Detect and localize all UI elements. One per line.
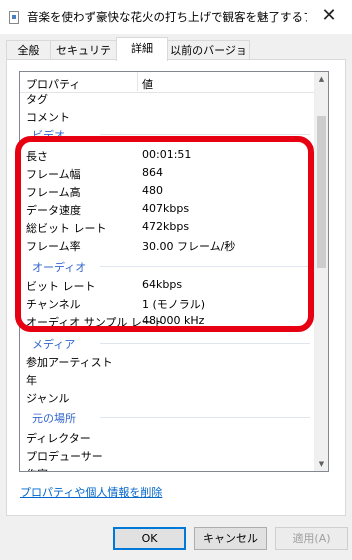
property-value: 1 (モノラル) [142,298,206,311]
ok-button[interactable]: OK [113,527,186,550]
group-label: オーディオ [32,261,87,274]
list-item[interactable]: 長さ 00:01:51 [20,146,316,164]
group-audio: オーディオ [20,257,316,275]
list-item[interactable]: 作家 [20,464,316,471]
property-name: フレーム率 [26,240,81,253]
remove-properties-link[interactable]: プロパティや個人情報を削除 [20,484,162,500]
list-item[interactable]: オーディオ サンプル レート 48.000 kHz [20,312,316,330]
list-item[interactable]: ディレクター [20,428,316,446]
property-name: ビット レート [26,280,96,293]
list-item[interactable]: 参加アーティスト [20,352,316,370]
property-name: チャンネル [26,298,81,311]
cancel-button[interactable]: キャンセル [194,527,267,550]
group-label: メディア [32,338,76,351]
property-value: 30.00 フレーム/秒 [142,240,236,253]
property-name: コメント [26,111,70,124]
list-item[interactable]: フレーム率 30.00 フレーム/秒 [20,236,316,254]
scroll-down-arrow-icon[interactable]: ▼ [315,457,328,471]
property-value: 864 [142,166,163,179]
vertical-scrollbar[interactable]: ▲ ▼ [314,72,328,471]
group-media: メディア [20,334,316,352]
group-divider [100,134,310,135]
list-item[interactable]: プロデューサー [20,446,316,464]
tab-general[interactable]: 全般 [6,40,51,60]
group-divider [100,343,310,344]
property-list[interactable]: プロパティ 値 タグ コメント ビデオ 長さ 00:01:51 フレーム幅 864 … [19,71,329,472]
property-value: 472kbps [142,220,190,233]
scrollbar-thumb[interactable] [317,116,326,268]
apply-button[interactable]: 適用(A) [275,527,348,550]
list-item[interactable]: コメント [20,107,316,125]
property-value: 407kbps [142,202,190,215]
property-value: 64kbps [142,278,183,291]
file-icon [9,11,19,24]
group-origin: 元の場所 [20,408,316,426]
list-item[interactable]: データ速度 407kbps [20,200,316,218]
list-item[interactable]: ジャンル [20,388,316,406]
property-name: 年 [26,374,37,387]
list-item[interactable]: フレーム幅 864 [20,164,316,182]
tab-previous-versions[interactable]: 以前のバージョン [167,40,250,77]
property-name: データ速度 [26,204,81,217]
property-name: 長さ [26,150,48,163]
property-name: ディレクター [26,432,91,445]
list-item[interactable]: チャンネル 1 (モノラル) [20,294,316,312]
property-name: 参加アーティスト [26,356,113,369]
title-bar: 音楽を使わず豪快な花火の打ち上げで観客を魅了するフィナーレシ... ✕ [0,0,352,34]
group-divider [100,266,310,267]
property-name: フレーム幅 [26,168,81,181]
property-name: ジャンル [26,392,70,405]
tab-details[interactable]: 詳細 [116,37,168,61]
property-name: プロデューサー [26,450,103,463]
group-video: ビデオ [20,125,316,143]
window-title: 音楽を使わず豪快な花火の打ち上げで観客を魅了するフィナーレシ... [27,10,307,24]
property-value: 00:01:51 [142,148,192,161]
list-item[interactable]: 総ビット レート 472kbps [20,218,316,236]
tab-security[interactable]: セキュリティ [50,40,117,77]
list-item[interactable]: フレーム高 480 [20,182,316,200]
list-item[interactable]: タグ [20,89,316,107]
property-name: タグ [26,93,48,106]
scroll-up-arrow-icon[interactable]: ▲ [315,72,328,86]
close-button[interactable]: ✕ [306,0,352,34]
property-name: 作家 [26,466,48,471]
group-divider [100,417,310,418]
group-label: 元の場所 [32,412,76,425]
property-value: 480 [142,184,163,197]
list-item[interactable]: 年 [20,370,316,388]
group-label: ビデオ [32,129,65,142]
property-name: 総ビット レート [26,222,107,235]
property-name: フレーム高 [26,186,81,199]
property-value: 48.000 kHz [142,314,205,327]
list-item[interactable]: ビット レート 64kbps [20,276,316,294]
